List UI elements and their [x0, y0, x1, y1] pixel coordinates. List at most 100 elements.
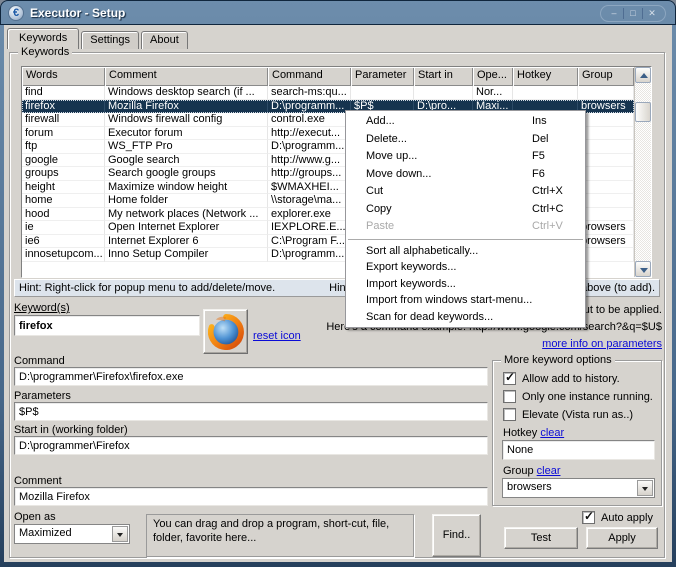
cell: D:\programm... — [268, 140, 351, 154]
cell — [578, 248, 634, 262]
menu-item-import-from-windows-start-menu[interactable]: Import from windows start-menu... — [346, 292, 585, 309]
close-button[interactable]: ✕ — [643, 7, 661, 20]
keyword-input[interactable] — [14, 315, 200, 336]
cell: find — [22, 86, 105, 100]
scroll-down-button[interactable] — [635, 261, 651, 277]
menu-item-scan-for-dead-keywords[interactable]: Scan for dead keywords... — [346, 309, 585, 326]
maximize-button[interactable]: □ — [624, 7, 642, 20]
cell — [578, 208, 634, 222]
cell: Inno Setup Compiler — [105, 248, 268, 262]
keyword-icon-button[interactable] — [203, 309, 248, 354]
menu-item-shortcut: F6 — [532, 166, 545, 184]
menu-item-import-keywords[interactable]: Import keywords... — [346, 276, 585, 293]
dragdrop-target[interactable]: You can drag and drop a program, short-c… — [146, 514, 414, 557]
vertical-scrollbar[interactable] — [634, 67, 651, 277]
arrow-down-icon — [640, 268, 648, 273]
cell — [578, 86, 634, 100]
apply-button[interactable]: Apply — [586, 527, 658, 549]
column-header-group[interactable]: Group — [578, 67, 634, 86]
menu-item-move-up[interactable]: Move up...F5 — [346, 148, 585, 166]
hotkey-label-text: Hotkey — [503, 427, 537, 439]
cell — [414, 86, 473, 100]
cell: Home folder — [105, 194, 268, 208]
menu-item-add[interactable]: Add... Ins — [346, 113, 585, 131]
column-header-start-in[interactable]: Start in — [414, 67, 473, 86]
parameters-input[interactable] — [14, 402, 488, 421]
cell — [578, 140, 634, 154]
comment-input[interactable] — [14, 487, 488, 506]
app-icon: € — [8, 5, 24, 21]
test-button[interactable]: Test — [504, 527, 578, 549]
table-row-find[interactable]: findWindows desktop search (if ...search… — [22, 86, 634, 100]
find-button[interactable]: Find.. — [432, 514, 481, 557]
startin-input[interactable] — [14, 436, 488, 455]
cell: search-ms:qu... — [268, 86, 351, 100]
menu-item-label: Sort all alphabetically... — [366, 245, 478, 257]
cell: Open Internet Explorer — [105, 221, 268, 235]
chevron-down-icon — [117, 533, 123, 537]
cell: browsers — [578, 221, 634, 235]
command-input[interactable] — [14, 367, 488, 386]
title-bar[interactable]: € Executor - Setup – □ ✕ — [0, 0, 676, 25]
openas-dropdown-button[interactable] — [112, 526, 128, 542]
menu-item-label: Cut — [366, 185, 383, 197]
column-header-ope[interactable]: Ope... — [473, 67, 513, 86]
menu-item-cut[interactable]: CutCtrl+X — [346, 183, 585, 201]
scrollbar-thumb[interactable] — [635, 102, 651, 122]
cell: ftp — [22, 140, 105, 154]
group-dropdown[interactable]: browsers — [502, 478, 655, 498]
minimize-button[interactable]: – — [605, 7, 623, 20]
group-label-text: Group — [503, 465, 534, 477]
checkbox-allow-add-to-history[interactable]: ✓ — [503, 372, 516, 385]
cell: Windows desktop search (if ... — [105, 86, 268, 100]
cell: Executor forum — [105, 127, 268, 141]
scroll-up-button[interactable] — [635, 67, 651, 83]
group-clear-link[interactable]: clear — [537, 465, 561, 477]
cell: Internet Explorer 6 — [105, 235, 268, 249]
openas-dropdown[interactable]: Maximized — [14, 524, 130, 544]
menu-item-shortcut: Ins — [532, 113, 547, 131]
firefox-icon — [208, 314, 244, 350]
hotkey-label: Hotkey clear — [503, 427, 564, 439]
hotkey-clear-link[interactable]: clear — [540, 427, 564, 439]
menu-item-label: Add... — [366, 115, 395, 127]
column-header-comment[interactable]: Comment — [105, 67, 268, 86]
reset-icon-link[interactable]: reset icon — [253, 330, 301, 342]
auto-apply-checkbox[interactable]: ✓ — [582, 511, 595, 524]
group-label: Group clear — [503, 465, 560, 477]
column-header-hotkey[interactable]: Hotkey — [513, 67, 578, 86]
more-info-link[interactable]: more info on parameters — [542, 338, 662, 350]
cell: C:\Program F... — [268, 235, 351, 249]
menu-item-delete[interactable]: Delete...Del — [346, 131, 585, 149]
checkbox-elevate-vista-run-as[interactable] — [503, 408, 516, 421]
cell: Google search — [105, 154, 268, 168]
cell — [578, 113, 634, 127]
checkbox-only-one-instance-running[interactable] — [503, 390, 516, 403]
column-header-parameter[interactable]: Parameter — [351, 67, 414, 86]
client-area: Keywords Settings About Keywords WordsCo… — [4, 25, 672, 562]
menu-item-export-keywords[interactable]: Export keywords... — [346, 259, 585, 276]
executor-setup-window: € Executor - Setup – □ ✕ Keywords Settin… — [0, 0, 676, 567]
cell: explorer.exe — [268, 208, 351, 222]
cell: D:\programm... — [268, 100, 351, 114]
column-header-words[interactable]: Words — [22, 67, 105, 86]
cell: Mozilla Firefox — [105, 100, 268, 114]
hotkey-input[interactable] — [502, 440, 655, 460]
menu-item-move-down[interactable]: Move down...F6 — [346, 166, 585, 184]
cell: ie — [22, 221, 105, 235]
group-dropdown-button[interactable] — [637, 480, 653, 496]
cell: ie6 — [22, 235, 105, 249]
column-header-command[interactable]: Command — [268, 67, 351, 86]
table-header-row: WordsCommentCommandParameterStart inOpe.… — [22, 67, 651, 86]
cell: $WMAXHEI... — [268, 181, 351, 195]
tab-about[interactable]: About — [141, 31, 188, 49]
menu-item-copy[interactable]: CopyCtrl+C — [346, 201, 585, 219]
caption-buttons: – □ ✕ — [600, 5, 666, 22]
menu-separator — [348, 239, 583, 240]
menu-item-label: Paste — [366, 220, 394, 232]
command-label: Command — [14, 355, 65, 367]
cell: Nor... — [473, 86, 513, 100]
tab-settings[interactable]: Settings — [81, 31, 139, 49]
menu-item-shortcut: Del — [532, 131, 549, 149]
menu-item-sort-all-alphabetically[interactable]: Sort all alphabetically... — [346, 243, 585, 260]
